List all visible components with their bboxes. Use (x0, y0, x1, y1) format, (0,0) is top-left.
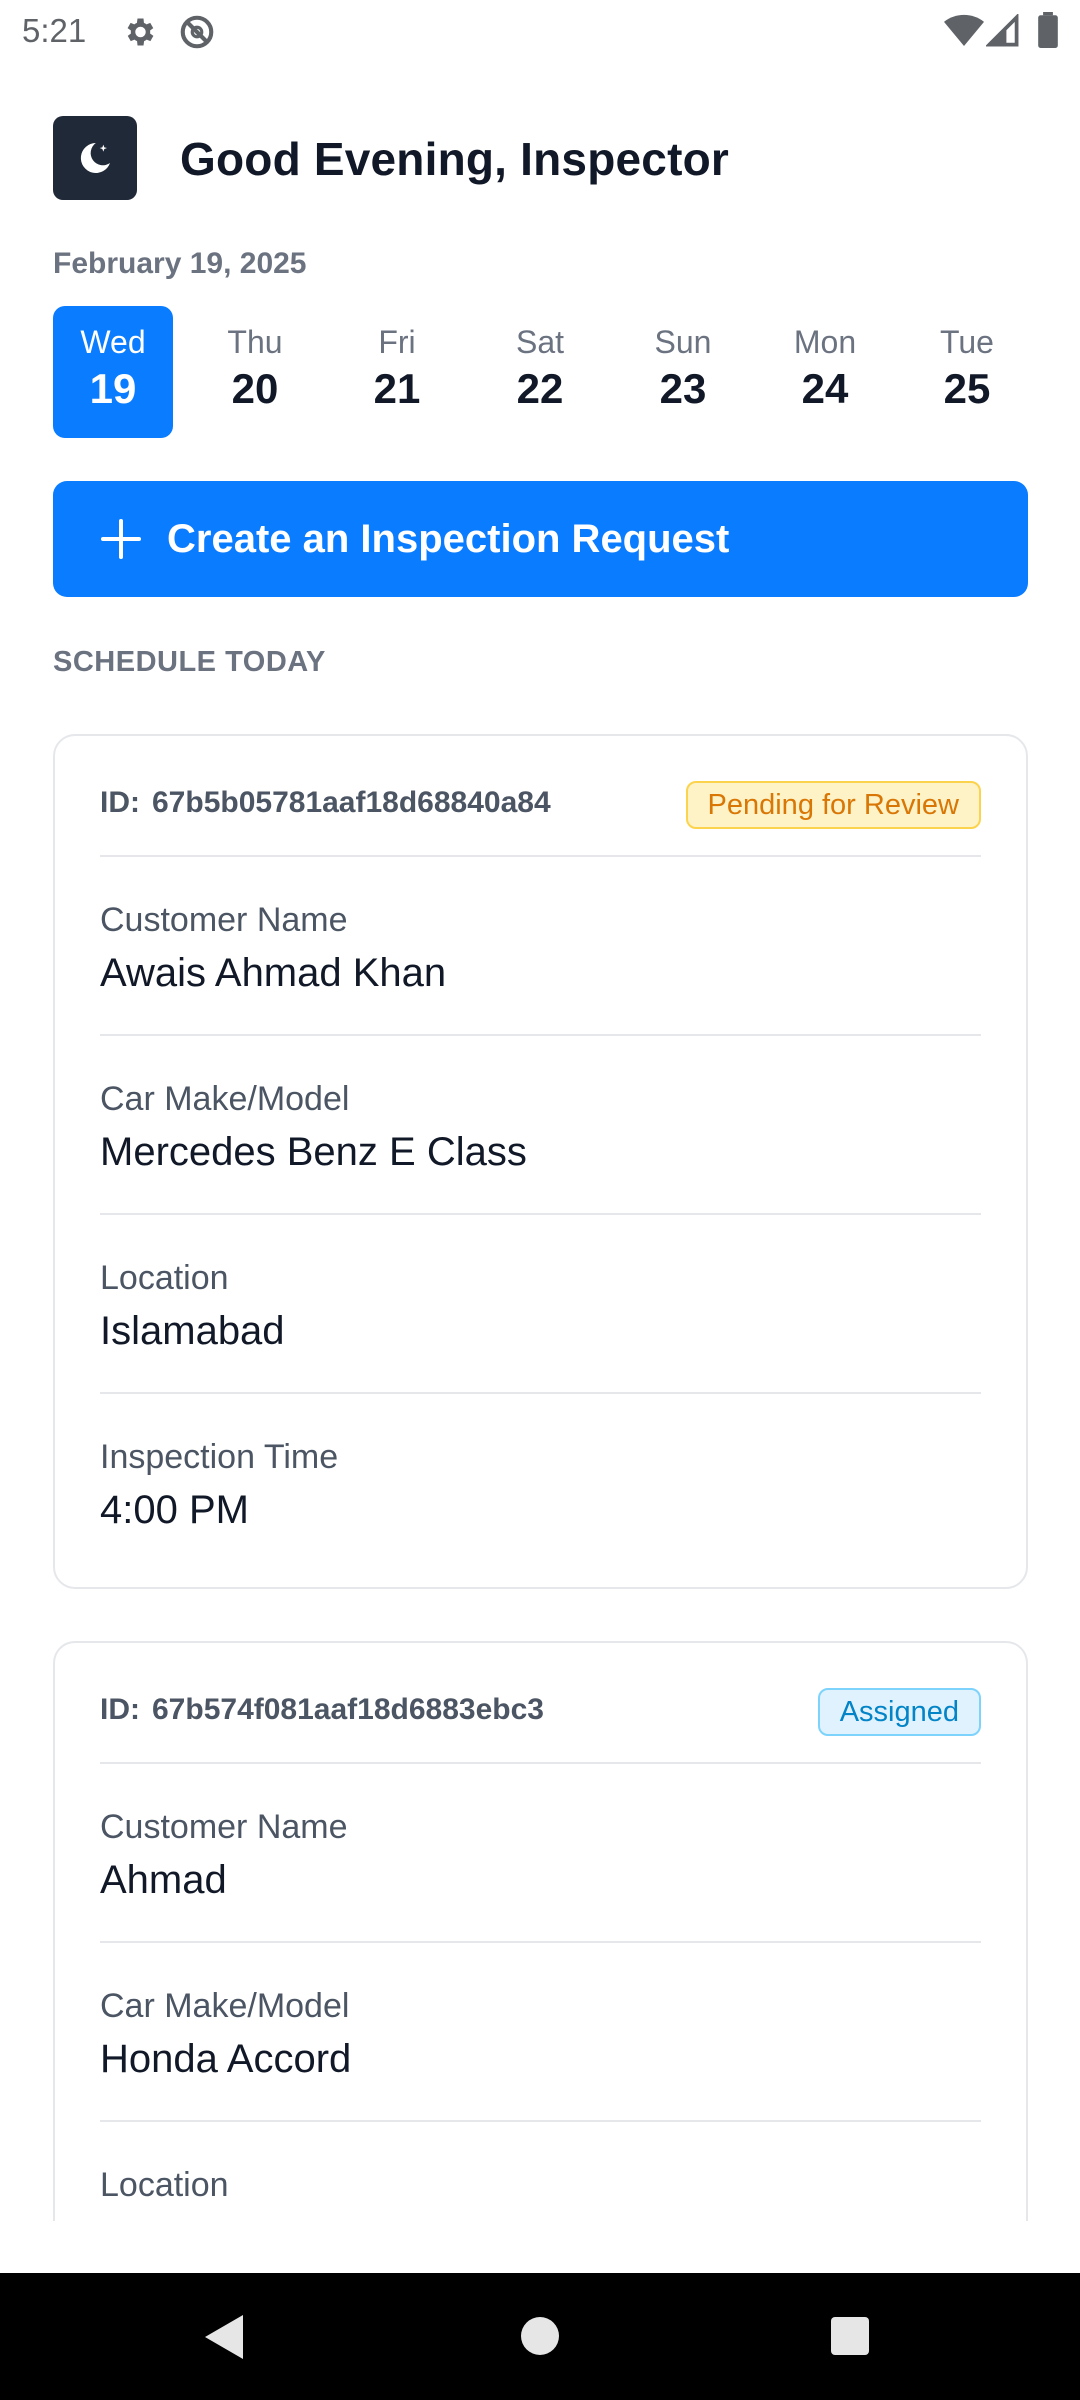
day-name: Wed (80, 324, 146, 360)
day-number: 22 (516, 365, 564, 412)
day-thu[interactable]: Thu 20 (195, 306, 315, 438)
battery-icon (1038, 12, 1058, 53)
status-badge: Assigned (817, 1688, 981, 1736)
card-id: 67b5b05781aaf18d68840a84 (152, 786, 551, 819)
car-make-model-field: Car Make/Model Honda Accord (100, 1943, 981, 2122)
field-label: Location (100, 2166, 229, 2204)
day-number: 23 (659, 365, 707, 412)
back-icon[interactable] (205, 2315, 243, 2359)
plus-icon (101, 519, 141, 559)
car-make-model-field: Car Make/Model Mercedes Benz E Class (100, 1036, 981, 1215)
create-inspection-request-button[interactable]: Create an Inspection Request (53, 481, 1028, 597)
day-name: Fri (378, 324, 416, 360)
field-label: Customer Name (100, 901, 348, 939)
card-id: 67b574f081aaf18d6883ebc3 (152, 1693, 544, 1726)
field-label: Inspection Time (100, 1438, 339, 1476)
field-value: Islamabad (100, 1309, 285, 1353)
status-badge: Pending for Review (685, 781, 981, 829)
card-id-label: ID: (100, 786, 140, 819)
field-value: Mercedes Benz E Class (100, 1130, 527, 1174)
moon-icon (53, 116, 137, 200)
recents-icon[interactable] (831, 2317, 869, 2355)
status-time: 5:21 (22, 12, 87, 49)
week-day-selector: Wed 19 Thu 20 Fri 21 Sat 22 Sun 23 Mon 2… (53, 306, 1053, 438)
do-not-disturb-icon (178, 13, 216, 56)
greeting-title: Good Evening, Inspector (180, 133, 729, 185)
current-date: February 19, 2025 (53, 247, 307, 280)
card-header: ID: 67b574f081aaf18d6883ebc3 Assigned (100, 1643, 981, 1764)
create-inspection-request-label: Create an Inspection Request (167, 516, 730, 561)
field-label: Car Make/Model (100, 1080, 350, 1118)
field-value: 4:00 PM (100, 1488, 249, 1532)
day-name: Sat (515, 324, 565, 360)
list-bottom-spacer (0, 2221, 1080, 2273)
system-navigation-bar (0, 2273, 1080, 2400)
day-number: 20 (231, 365, 279, 412)
day-name: Sun (654, 324, 712, 360)
customer-name-field: Customer Name Awais Ahmad Khan (100, 857, 981, 1036)
day-name: Mon (793, 324, 857, 360)
day-sat[interactable]: Sat 22 (480, 306, 600, 438)
inspection-card[interactable]: ID: 67b574f081aaf18d6883ebc3 Assigned Cu… (53, 1641, 1028, 2291)
card-header: ID: 67b5b05781aaf18d68840a84 Pending for… (100, 736, 981, 857)
field-value: Honda Accord (100, 2037, 352, 2081)
inspection-card[interactable]: ID: 67b5b05781aaf18d68840a84 Pending for… (53, 734, 1028, 1589)
day-number: 21 (373, 365, 421, 412)
day-wed[interactable]: Wed 19 (53, 306, 173, 438)
field-value: Ahmad (100, 1858, 227, 1902)
inspection-time-field: Inspection Time 4:00 PM (100, 1394, 981, 1573)
day-number: 25 (943, 365, 991, 412)
field-label: Car Make/Model (100, 1987, 350, 2025)
card-id-label: ID: (100, 1693, 140, 1726)
wifi-icon (944, 14, 984, 53)
day-fri[interactable]: Fri 21 (337, 306, 457, 438)
day-sun[interactable]: Sun 23 (623, 306, 743, 438)
gear-icon (121, 14, 157, 55)
day-name: Tue (940, 324, 994, 360)
day-number: 24 (801, 365, 849, 412)
day-name: Thu (227, 324, 283, 360)
field-label: Customer Name (100, 1808, 348, 1846)
customer-name-field: Customer Name Ahmad (100, 1764, 981, 1943)
field-label: Location (100, 1259, 229, 1297)
home-icon[interactable] (521, 2317, 559, 2355)
cellular-signal-icon (984, 12, 1020, 53)
status-bar: 5:21 (0, 0, 1080, 64)
location-field: Location Islamabad (100, 1215, 981, 1394)
day-number: 19 (89, 365, 137, 412)
day-tue[interactable]: Tue 25 (907, 306, 1027, 438)
day-mon[interactable]: Mon 24 (765, 306, 885, 438)
section-title: SCHEDULE TODAY (53, 646, 326, 678)
field-value: Awais Ahmad Khan (100, 951, 447, 995)
